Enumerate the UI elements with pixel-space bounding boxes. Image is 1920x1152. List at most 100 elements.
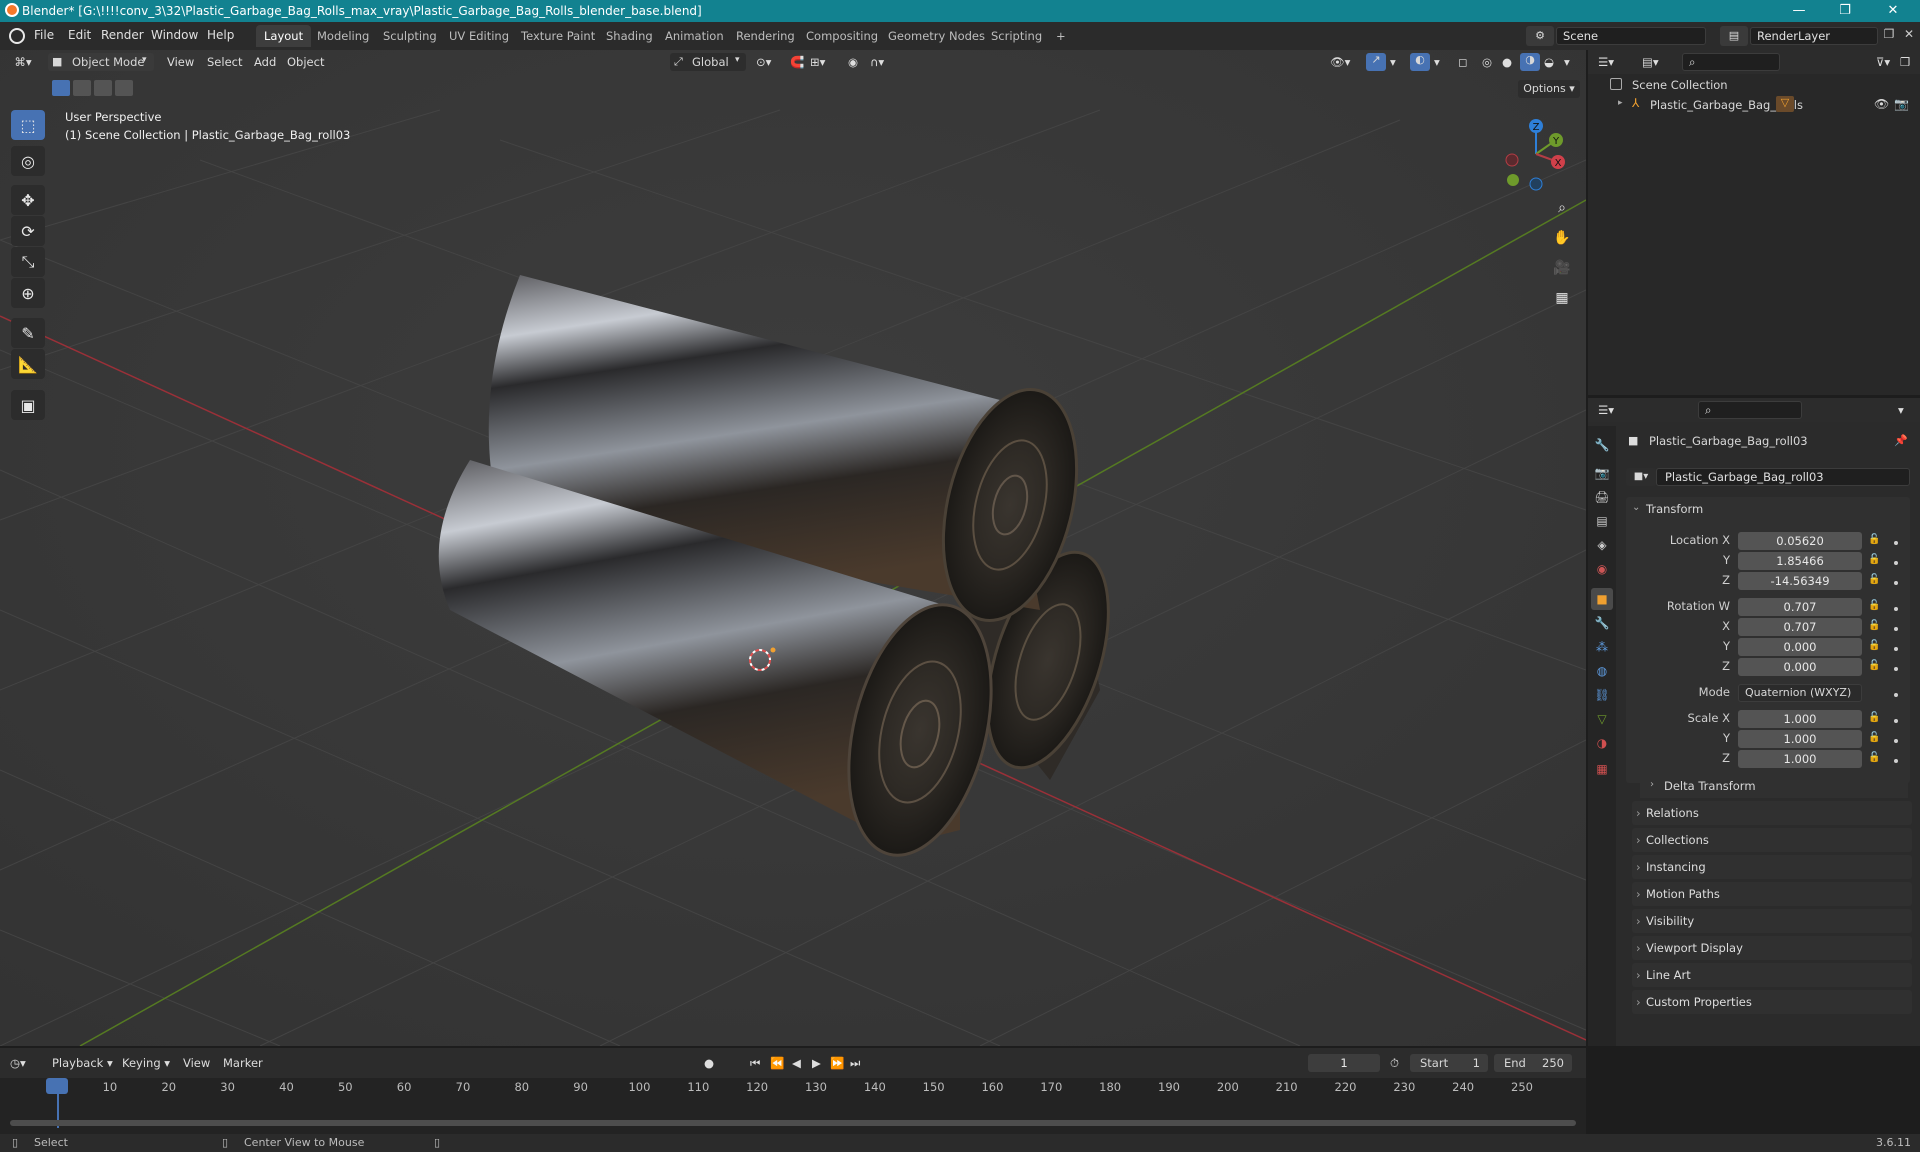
lock-rotation-z-icon[interactable]: 🔓 <box>1868 660 1880 671</box>
display-mode-icon[interactable]: ▤▾ <box>1642 53 1659 71</box>
snap-icon[interactable]: 🧲 <box>790 53 804 71</box>
visibility-panel[interactable]: › Visibility <box>1632 909 1912 933</box>
select-invert-icon[interactable] <box>115 80 133 96</box>
lock-scale-y-icon[interactable]: 🔓 <box>1868 732 1880 743</box>
falloff-icon[interactable]: ∩▾ <box>870 53 884 71</box>
rendered-shading-icon[interactable]: ◒ <box>1544 53 1554 71</box>
scale-y-field[interactable]: 1.000 <box>1738 730 1862 748</box>
object-tab-icon[interactable]: ■ <box>1591 588 1613 610</box>
jump-keyframe-forward-icon[interactable]: ⏩ <box>830 1054 844 1072</box>
3d-viewport[interactable]: User Perspective (1) Scene Collection | … <box>0 50 1586 1046</box>
lock-location-z-icon[interactable]: 🔓 <box>1868 574 1880 585</box>
transform-tool-icon[interactable]: ⊕ <box>11 278 45 308</box>
remove-view-layer-icon[interactable]: ✕ <box>1900 27 1918 45</box>
add-cube-tool-icon[interactable]: ▣ <box>11 390 45 420</box>
relations-panel[interactable]: › Relations <box>1632 801 1912 825</box>
object-name-field[interactable]: Plastic_Garbage_Bag_roll03 <box>1656 468 1910 486</box>
tab-geometry-nodes[interactable]: Geometry Nodes <box>880 25 993 47</box>
outliner-search-input[interactable]: ⌕ <box>1682 53 1780 71</box>
render-layer-field[interactable]: RenderLayer <box>1750 27 1878 45</box>
select-extend-icon[interactable] <box>73 80 91 96</box>
collections-panel[interactable]: › Collections <box>1632 828 1912 852</box>
tab-modeling[interactable]: Modeling <box>309 25 377 47</box>
frame-ruler[interactable]: 1102030405060708090100110120130140150160… <box>0 1078 1586 1098</box>
timeline-menu-playback[interactable]: Playback ▾ <box>52 1054 113 1072</box>
scene-selector-icon[interactable]: ⚙ <box>1526 26 1554 46</box>
zoom-view-icon[interactable]: ⌕ <box>1549 195 1575 221</box>
tab-uv-editing[interactable]: UV Editing <box>441 25 517 47</box>
menu-window[interactable]: Window <box>151 28 198 42</box>
editor-type-icon[interactable]: ⌘▾ <box>10 53 36 71</box>
timeline-menu-marker[interactable]: Marker <box>223 1054 263 1072</box>
menu-render[interactable]: Render <box>101 28 144 42</box>
lock-scale-x-icon[interactable]: 🔓 <box>1868 712 1880 723</box>
pivot-point-icon[interactable]: ⊙▾ <box>756 53 771 71</box>
properties-options-icon[interactable]: ▾ <box>1898 401 1904 419</box>
rotate-tool-icon[interactable]: ⟳ <box>11 216 45 246</box>
render-tab-icon[interactable]: 📷 <box>1591 462 1613 484</box>
keyframe-dot-icon[interactable] <box>1894 719 1898 723</box>
timeline-scrollbar[interactable] <box>10 1120 1576 1126</box>
add-workspace-button[interactable]: + <box>1048 25 1074 47</box>
shading-dropdown-icon[interactable]: ▾ <box>1564 53 1570 71</box>
jump-end-icon[interactable]: ⏭ <box>850 1054 860 1072</box>
keyframe-dot-icon[interactable] <box>1894 541 1898 545</box>
view-layer-tab-icon[interactable]: ▤ <box>1591 510 1613 532</box>
timeline-menu-view[interactable]: View <box>183 1054 210 1072</box>
lock-rotation-x-icon[interactable]: 🔓 <box>1868 620 1880 631</box>
object-mode-dropdown[interactable]: ■ Object Mode ▾ <box>48 53 154 71</box>
keyframe-dot-icon[interactable] <box>1894 667 1898 671</box>
lock-location-y-icon[interactable]: 🔓 <box>1868 554 1880 565</box>
select-new-icon[interactable] <box>52 80 70 96</box>
play-reverse-icon[interactable]: ◀ <box>792 1054 801 1072</box>
pin-icon[interactable]: 📌 <box>1894 434 1908 447</box>
object-browse-icon[interactable]: ■▾ <box>1626 468 1656 486</box>
solid-shading-icon[interactable]: ● <box>1502 53 1512 71</box>
visibility-selector-icon[interactable]: 👁▾ <box>1330 53 1350 71</box>
menu-file[interactable]: File <box>34 28 54 42</box>
menu-help[interactable]: Help <box>207 28 234 42</box>
keyframe-dot-icon[interactable] <box>1894 607 1898 611</box>
tab-compositing[interactable]: Compositing <box>798 25 886 47</box>
measure-tool-icon[interactable]: 📐 <box>11 349 45 379</box>
rotation-z-field[interactable]: 0.000 <box>1738 658 1862 676</box>
new-view-layer-icon[interactable]: ❐ <box>1880 27 1898 45</box>
select-box-tool-icon[interactable]: ⬚ <box>11 110 45 140</box>
blender-menu-icon[interactable] <box>9 28 25 44</box>
view-layer-icon[interactable]: ▤ <box>1720 26 1748 46</box>
output-tab-icon[interactable]: 🖨 <box>1591 486 1613 508</box>
rotation-y-field[interactable]: 0.000 <box>1738 638 1862 656</box>
expand-arrow-icon[interactable]: ▸ <box>1618 98 1623 108</box>
pan-view-icon[interactable]: ✋ <box>1549 225 1575 251</box>
camera-view-icon[interactable]: 🎥 <box>1549 255 1575 281</box>
new-collection-icon[interactable]: ❐ <box>1900 53 1910 71</box>
keyframe-dot-icon[interactable] <box>1894 627 1898 631</box>
proportional-edit-icon[interactable]: ◉ <box>848 53 858 71</box>
menu-edit[interactable]: Edit <box>68 28 91 42</box>
viewport-display-panel[interactable]: › Viewport Display <box>1632 936 1912 960</box>
rotation-x-field[interactable]: 0.707 <box>1738 618 1862 636</box>
tab-texture-paint[interactable]: Texture Paint <box>513 25 603 47</box>
tab-shading[interactable]: Shading <box>598 25 661 47</box>
constraints-tab-icon[interactable]: ⛓ <box>1591 684 1613 706</box>
scale-tool-icon[interactable]: ⤡ <box>11 247 45 277</box>
viewport-scene[interactable] <box>0 50 1586 1046</box>
location-y-field[interactable]: 1.85466 <box>1738 552 1862 570</box>
keyframe-dot-icon[interactable] <box>1894 739 1898 743</box>
viewport-menu-view[interactable]: View <box>167 53 194 71</box>
maximize-button[interactable]: ❐ <box>1822 0 1868 22</box>
scene-name-field[interactable]: Scene <box>1556 27 1706 45</box>
material-tab-icon[interactable]: ◑ <box>1591 732 1613 754</box>
lock-scale-z-icon[interactable]: 🔓 <box>1868 752 1880 763</box>
keyframe-dot-icon[interactable] <box>1894 561 1898 565</box>
xray-toggle-icon[interactable]: ◻ <box>1458 53 1468 71</box>
rotation-w-field[interactable]: 0.707 <box>1738 598 1862 616</box>
instancing-panel[interactable]: › Instancing <box>1632 855 1912 879</box>
tab-rendering[interactable]: Rendering <box>728 25 803 47</box>
timeline-menu-keying[interactable]: Keying ▾ <box>122 1054 170 1072</box>
tool-tab-icon[interactable]: 🔧 <box>1591 434 1613 456</box>
snap-target-icon[interactable]: ⊞▾ <box>810 53 825 71</box>
texture-tab-icon[interactable]: ▦ <box>1591 758 1613 780</box>
navigation-gizmo[interactable]: Z Y X <box>1490 112 1570 192</box>
transform-panel-header[interactable]: ⌄ Transform <box>1626 497 1910 521</box>
